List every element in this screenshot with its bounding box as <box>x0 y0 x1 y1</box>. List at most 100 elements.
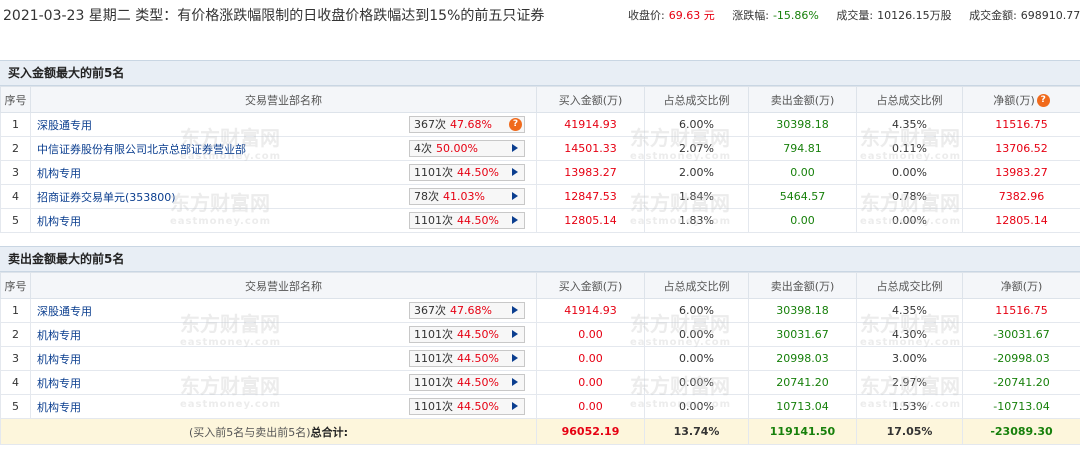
branch-cell: 机构专用 1101次 44.50% <box>30 370 537 395</box>
branch-cell: 机构专用 1101次 44.50% <box>30 346 537 371</box>
branch-stats-button[interactable]: 1101次 44.50% <box>409 374 525 391</box>
sell-ratio: 1.53% <box>856 394 963 419</box>
turnover: 成交金额:698910.77万元 <box>969 9 1080 22</box>
branch-stats-button[interactable]: 367次 47.68% <box>409 302 525 319</box>
buy-section-title: 买入金额最大的前5名 <box>0 60 1080 86</box>
branch-link[interactable]: 深股通专用 <box>37 119 92 132</box>
col-sell-ratio: 占总成交比例 <box>856 272 963 299</box>
table-row: 5 机构专用 1101次 44.50% 12805.14 1.83% 0.00 0.00% 12… <box>0 208 1080 233</box>
branch-cell: 机构专用 1101次 44.50% <box>30 208 537 233</box>
sell-amount: 30031.67 <box>748 322 857 347</box>
play-arrow-icon <box>512 168 518 176</box>
branch-times: 1101次 <box>414 376 453 389</box>
table-row: 2 机构专用 1101次 44.50% 0.00 0.00% 30031.67 4.30% -3… <box>0 322 1080 347</box>
branch-link[interactable]: 深股通专用 <box>37 305 92 318</box>
branch-times: 1101次 <box>414 400 453 413</box>
play-arrow-icon <box>512 192 518 200</box>
col-sell-ratio: 占总成交比例 <box>856 86 963 113</box>
buy-amount: 0.00 <box>536 370 645 395</box>
branch-link[interactable]: 机构专用 <box>37 167 81 180</box>
branch-win-rate: 47.68% <box>450 118 492 131</box>
sell-ratio: 2.97% <box>856 370 963 395</box>
branch-stats-button[interactable]: 78次 41.03% <box>409 188 525 205</box>
buy-ratio: 1.83% <box>644 208 749 233</box>
branch-stats-button[interactable]: 1101次 44.50% <box>409 398 525 415</box>
branch-link[interactable]: 中信证券股份有限公司北京总部证券营业部 <box>37 143 246 156</box>
branch-stats-button[interactable]: 1101次 44.50% <box>409 350 525 367</box>
total-sell-ratio: 17.05% <box>856 418 963 445</box>
total-buy-ratio: 13.74% <box>644 418 749 445</box>
row-index: 5 <box>0 394 31 419</box>
branch-times: 1101次 <box>414 352 453 365</box>
branch-link[interactable]: 机构专用 <box>37 401 81 414</box>
table-row: 1 深股通专用 367次 47.68%? 41914.93 6.00% 30398.18 4.… <box>0 112 1080 137</box>
table-row: 3 机构专用 1101次 44.50% 13983.27 2.00% 0.00 0.00% 13… <box>0 160 1080 185</box>
net-amount: 12805.14 <box>962 208 1080 233</box>
branch-stats-button[interactable]: 1101次 44.50% <box>409 212 525 229</box>
sell-amount: 794.81 <box>748 136 857 161</box>
buy-ratio: 1.84% <box>644 184 749 209</box>
net-amount: 11516.75 <box>962 298 1080 323</box>
change-pct: 涨跌幅: -15.86% <box>732 9 819 22</box>
branch-win-rate: 47.68% <box>450 304 492 317</box>
play-arrow-icon <box>512 378 518 386</box>
volume-value: 10126.15万股 <box>877 9 952 22</box>
branch-times: 367次 <box>414 304 446 317</box>
page-header: 2021-03-23 星期二 类型：有价格涨跌幅限制的日收盘价格跌幅达到15%的… <box>0 0 1080 52</box>
col-sell-amount: 卖出金额(万) <box>748 86 857 113</box>
col-idx: 序号 <box>0 86 31 113</box>
buy-amount: 12847.53 <box>536 184 645 209</box>
sell-amount: 30398.18 <box>748 298 857 323</box>
play-arrow-icon <box>512 216 518 224</box>
help-icon[interactable]: ? <box>1036 94 1050 107</box>
row-index: 1 <box>0 112 31 137</box>
col-buy-ratio: 占总成交比例 <box>644 272 749 299</box>
help-icon[interactable]: ? <box>509 118 522 131</box>
branch-stats-button[interactable]: 1101次 44.50% <box>409 326 525 343</box>
branch-times: 1101次 <box>414 166 453 179</box>
buy-amount: 12805.14 <box>536 208 645 233</box>
branch-cell: 招商证券交易单元(353800) 78次 41.03% <box>30 184 537 209</box>
branch-times: 4次 <box>414 142 432 155</box>
col-net: 净额(万) <box>962 272 1080 299</box>
branch-win-rate: 44.50% <box>457 400 499 413</box>
branch-cell: 机构专用 1101次 44.50% <box>30 160 537 185</box>
branch-link[interactable]: 招商证券交易单元(353800) <box>37 191 176 204</box>
buy-amount: 41914.93 <box>536 298 645 323</box>
col-sell-amount: 卖出金额(万) <box>748 272 857 299</box>
branch-cell: 中信证券股份有限公司北京总部证券营业部 4次 50.00% <box>30 136 537 161</box>
branch-link[interactable]: 机构专用 <box>37 377 81 390</box>
total-net: -23089.30 <box>962 418 1080 445</box>
total-buy: 96052.19 <box>536 418 645 445</box>
play-arrow-icon <box>512 306 518 314</box>
turnover-value: 698910.77万元 <box>1020 9 1080 22</box>
branch-link[interactable]: 机构专用 <box>37 329 81 342</box>
sell-ratio: 0.11% <box>856 136 963 161</box>
table-row: 2 中信证券股份有限公司北京总部证券营业部 4次 50.00% 14501.33 2.07… <box>0 136 1080 161</box>
sell-ratio: 4.30% <box>856 322 963 347</box>
table-row: 4 招商证券交易单元(353800) 78次 41.03% 12847.53 1.84% 5… <box>0 184 1080 209</box>
col-idx: 序号 <box>0 272 31 299</box>
branch-win-rate: 44.50% <box>457 328 499 341</box>
play-arrow-icon <box>512 354 518 362</box>
close-price-value: 69.63 元 <box>668 9 715 22</box>
buy-ratio: 2.07% <box>644 136 749 161</box>
branch-link[interactable]: 机构专用 <box>37 215 81 228</box>
table-row: 4 机构专用 1101次 44.50% 0.00 0.00% 20741.20 2.97% -2… <box>0 370 1080 395</box>
sell-ratio: 4.35% <box>856 112 963 137</box>
branch-stats-button[interactable]: 367次 47.68%? <box>409 116 525 133</box>
branch-stats-button[interactable]: 1101次 44.50% <box>409 164 525 181</box>
branch-link[interactable]: 机构专用 <box>37 353 81 366</box>
col-branch: 交易营业部名称 <box>30 272 537 299</box>
page-title: 2021-03-23 星期二 类型：有价格涨跌幅限制的日收盘价格跌幅达到15%的… <box>3 8 545 24</box>
branch-times: 78次 <box>414 190 439 203</box>
buy-ratio: 6.00% <box>644 112 749 137</box>
sell-amount: 10713.04 <box>748 394 857 419</box>
branch-stats-button[interactable]: 4次 50.00% <box>409 140 525 157</box>
branch-times: 1101次 <box>414 214 453 227</box>
sell-amount: 20998.03 <box>748 346 857 371</box>
net-amount: -20741.20 <box>962 370 1080 395</box>
buy-amount: 0.00 <box>536 322 645 347</box>
table-row: 3 机构专用 1101次 44.50% 0.00 0.00% 20998.03 3.00% -2… <box>0 346 1080 371</box>
buy-amount: 14501.33 <box>536 136 645 161</box>
